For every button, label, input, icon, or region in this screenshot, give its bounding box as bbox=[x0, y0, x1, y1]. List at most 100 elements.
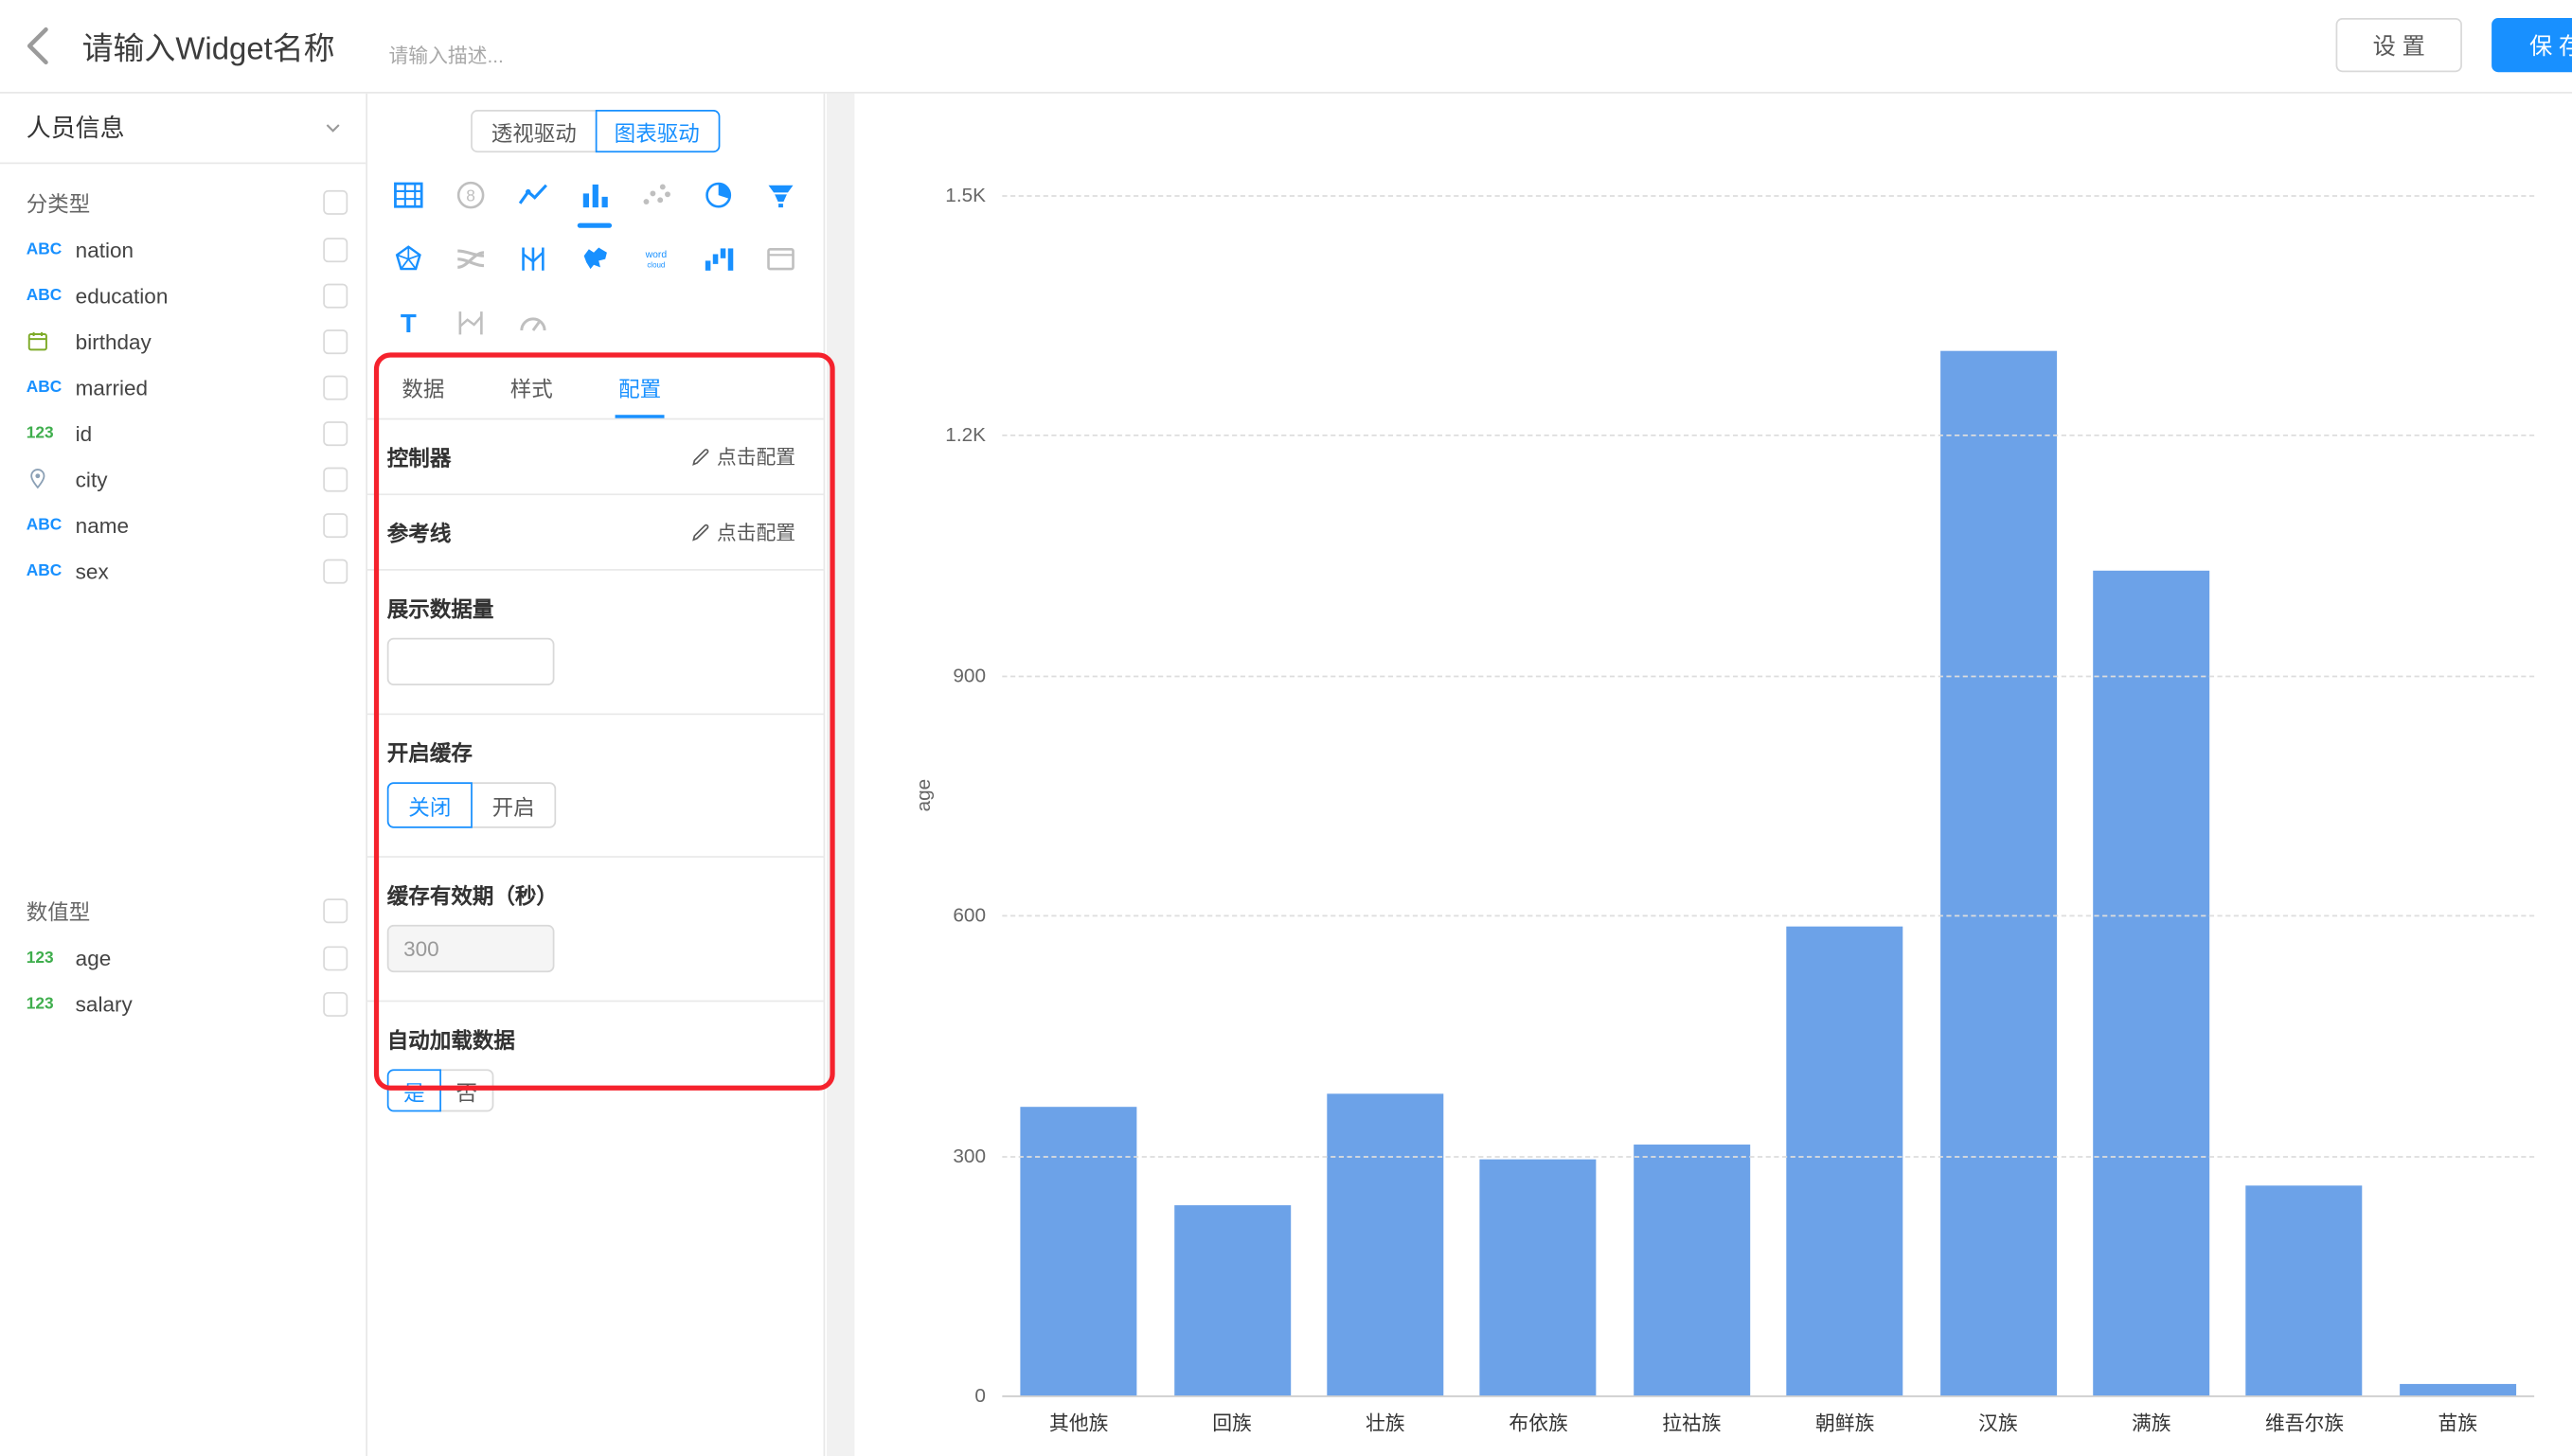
field-row-id[interactable]: 123 id bbox=[0, 410, 366, 455]
widget-description-input[interactable]: 请输入描述... bbox=[389, 41, 504, 68]
bar-维吾尔族[interactable] bbox=[2246, 1186, 2363, 1395]
settings-button[interactable]: 设 置 bbox=[2336, 18, 2462, 72]
x-tick-label: 朝鲜族 bbox=[1768, 1409, 1921, 1436]
pencil-icon bbox=[690, 447, 710, 467]
reference-line-config-row: 参考线 点击配置 bbox=[367, 495, 824, 571]
field-checkbox[interactable] bbox=[323, 467, 348, 491]
bar-朝鲜族[interactable] bbox=[1787, 927, 1903, 1395]
autoload-toggle: 是 否 bbox=[387, 1069, 804, 1111]
field-checkbox[interactable] bbox=[323, 328, 348, 353]
bar-壮族[interactable] bbox=[1327, 1093, 1443, 1395]
map-chart-icon[interactable] bbox=[575, 240, 614, 279]
bar-满族[interactable] bbox=[2093, 571, 2209, 1395]
autoload-yes-button[interactable]: 是 bbox=[387, 1069, 441, 1111]
autoload-no-button[interactable]: 否 bbox=[439, 1069, 493, 1111]
bar-其他族[interactable] bbox=[1021, 1108, 1137, 1395]
field-checkbox[interactable] bbox=[323, 512, 348, 537]
bar-回族[interactable] bbox=[1174, 1206, 1291, 1395]
field-row-education[interactable]: ABC education bbox=[0, 273, 366, 318]
view-selector[interactable]: 人员信息 bbox=[0, 92, 366, 164]
autoload-section: 自动加载数据 是 否 bbox=[367, 1002, 824, 1139]
line-chart-icon[interactable] bbox=[513, 175, 552, 215]
gridline bbox=[1002, 1155, 2534, 1157]
header-bar: 请输入Widget名称 请输入描述... 设 置 保 存 bbox=[0, 0, 2572, 94]
data-limit-label: 展示数据量 bbox=[387, 592, 804, 623]
controller-configure-link[interactable]: 点击配置 bbox=[690, 443, 795, 471]
data-limit-input[interactable] bbox=[387, 638, 555, 685]
cache-expire-input[interactable] bbox=[387, 925, 555, 972]
field-row-name[interactable]: ABC name bbox=[0, 502, 366, 547]
bar-slot bbox=[1462, 195, 1616, 1395]
x-tick-label: 壮族 bbox=[1309, 1409, 1462, 1436]
numeric-section-label: 数值型 bbox=[27, 895, 91, 926]
field-row-nation[interactable]: ABC nation bbox=[0, 226, 366, 272]
category-section-label: 分类型 bbox=[27, 186, 91, 218]
tab-data[interactable]: 数据 bbox=[402, 369, 444, 418]
y-axis-title: age bbox=[912, 779, 935, 812]
pivot-mode-button[interactable]: 透视驱动 bbox=[472, 110, 597, 152]
radar-chart-icon[interactable] bbox=[389, 240, 428, 279]
x-tick-label: 其他族 bbox=[1002, 1409, 1155, 1436]
field-row-birthday[interactable]: birthday bbox=[0, 318, 366, 364]
chart-type-grid: 8 bbox=[389, 175, 824, 343]
bar-chart-icon[interactable] bbox=[575, 175, 614, 215]
svg-text:8: 8 bbox=[466, 186, 475, 204]
widget-name-input[interactable]: 请输入Widget名称 bbox=[82, 25, 335, 69]
parallel-chart-icon[interactable] bbox=[513, 240, 552, 279]
y-tick-label: 900 bbox=[953, 664, 986, 686]
numeric-select-all-checkbox[interactable] bbox=[323, 897, 348, 922]
tab-style[interactable]: 样式 bbox=[510, 369, 553, 418]
funnel-chart-icon[interactable] bbox=[761, 175, 800, 215]
chart-preview-area: age 其他族回族壮族布依族拉祜族朝鲜族汉族满族维吾尔族苗族 030060090… bbox=[854, 92, 2572, 1456]
string-type-icon: ABC bbox=[27, 378, 76, 396]
bar-slot bbox=[1768, 195, 1921, 1395]
bar-苗族[interactable] bbox=[2400, 1384, 2516, 1395]
numeric-section-head: 数值型 bbox=[0, 885, 366, 934]
sankey-chart-icon[interactable] bbox=[451, 240, 490, 279]
bar-汉族[interactable] bbox=[1939, 350, 2056, 1395]
field-row-age[interactable]: 123 age bbox=[0, 934, 366, 980]
cache-expire-label: 缓存有效期（秒） bbox=[387, 879, 804, 910]
bar-布依族[interactable] bbox=[1480, 1159, 1597, 1395]
gauge-chart-icon[interactable] bbox=[513, 303, 553, 343]
field-checkbox[interactable] bbox=[323, 559, 348, 583]
view-name: 人员信息 bbox=[27, 110, 125, 144]
pie-chart-icon[interactable] bbox=[699, 175, 738, 215]
reference-line-configure-link[interactable]: 点击配置 bbox=[690, 518, 795, 545]
field-checkbox[interactable] bbox=[323, 991, 348, 1016]
category-select-all-checkbox[interactable] bbox=[323, 189, 348, 214]
field-row-married[interactable]: ABC married bbox=[0, 364, 366, 410]
field-row-salary[interactable]: 123 salary bbox=[0, 981, 366, 1026]
double-y-axis-chart-icon[interactable] bbox=[451, 303, 491, 343]
field-checkbox[interactable] bbox=[323, 946, 348, 970]
cache-off-button[interactable]: 关闭 bbox=[387, 782, 473, 827]
chart-config-panel: 透视驱动 图表驱动 8 bbox=[367, 92, 825, 1456]
field-checkbox[interactable] bbox=[323, 420, 348, 445]
field-checkbox[interactable] bbox=[323, 283, 348, 308]
bar-拉祜族[interactable] bbox=[1634, 1145, 1750, 1395]
bars-container bbox=[1002, 195, 2534, 1395]
field-checkbox[interactable] bbox=[323, 237, 348, 261]
back-button[interactable] bbox=[20, 25, 63, 67]
waterfall-chart-icon[interactable] bbox=[699, 240, 738, 279]
field-row-city[interactable]: city bbox=[0, 456, 366, 502]
cache-on-button[interactable]: 开启 bbox=[471, 782, 556, 827]
save-button[interactable]: 保 存 bbox=[2492, 18, 2572, 72]
number-type-icon: 123 bbox=[27, 995, 76, 1013]
x-tick-label: 回族 bbox=[1155, 1409, 1309, 1436]
field-checkbox[interactable] bbox=[323, 375, 348, 400]
bar-slot bbox=[2075, 195, 2228, 1395]
x-tick-label: 维吾尔族 bbox=[2228, 1409, 2382, 1436]
cache-section: 开启缓存 关闭 开启 bbox=[367, 715, 824, 858]
wordcloud-chart-icon[interactable]: wordcloud bbox=[637, 240, 676, 279]
iframe-chart-icon[interactable] bbox=[761, 240, 800, 279]
chart-mode-button[interactable]: 图表驱动 bbox=[595, 110, 720, 152]
field-row-sex[interactable]: ABC sex bbox=[0, 548, 366, 594]
scatter-chart-icon[interactable] bbox=[637, 175, 676, 215]
richtext-chart-icon[interactable]: T bbox=[389, 303, 429, 343]
string-type-icon: ABC bbox=[27, 286, 76, 304]
scorecard-chart-icon[interactable]: 8 bbox=[451, 175, 490, 215]
gridline bbox=[1002, 675, 2534, 677]
table-chart-icon[interactable] bbox=[389, 175, 428, 215]
tab-config[interactable]: 配置 bbox=[618, 369, 661, 418]
